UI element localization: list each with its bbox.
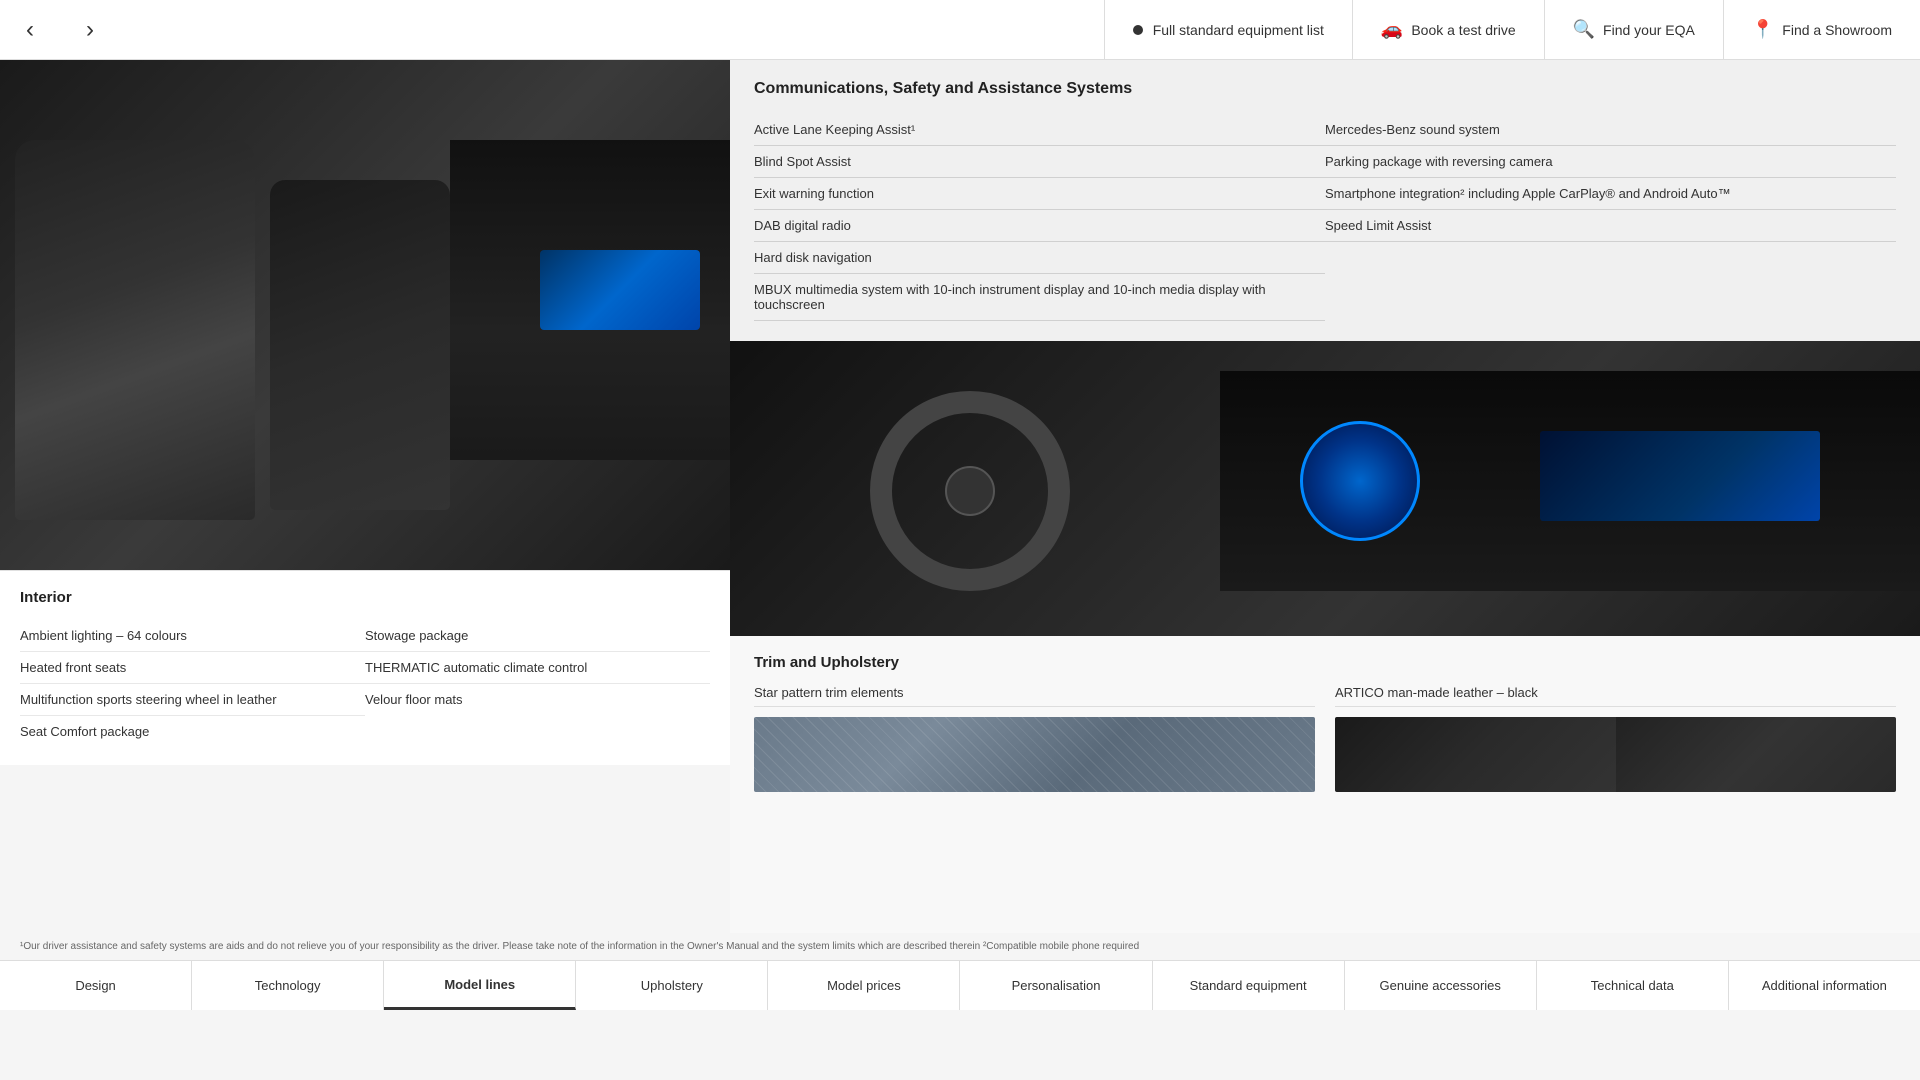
steering-wheel-icon: 🚗 bbox=[1381, 19, 1403, 40]
right-column: Communications, Safety and Assistance Sy… bbox=[730, 60, 1920, 933]
trim-col1: Star pattern trim elements bbox=[754, 685, 1315, 792]
header: ‹ › Full standard equipment list 🚗 Book … bbox=[0, 0, 1920, 60]
comms-title: Communications, Safety and Assistance Sy… bbox=[754, 80, 1896, 98]
leather-swatch-left bbox=[1335, 717, 1616, 792]
screen-blue-decoration bbox=[540, 250, 700, 330]
content-area: Interior Ambient lighting – 64 colours H… bbox=[0, 60, 1920, 933]
trim-title: Trim and Upholstery bbox=[754, 654, 1896, 671]
interior-item-1: Ambient lighting – 64 colours bbox=[20, 620, 365, 652]
find-eqa-label: Find your EQA bbox=[1603, 22, 1695, 38]
media-screen-decoration bbox=[1540, 431, 1820, 521]
comms-item-7: Mercedes-Benz sound system bbox=[1325, 114, 1896, 146]
footer-nav-personalisation[interactable]: Personalisation bbox=[960, 961, 1152, 1010]
interior-col1: Ambient lighting – 64 colours Heated fro… bbox=[20, 620, 365, 747]
dashboard-decoration bbox=[450, 140, 730, 460]
comms-col2: Mercedes-Benz sound system Parking packa… bbox=[1325, 114, 1896, 321]
interior-col2: Stowage package THERMATIC automatic clim… bbox=[365, 620, 710, 747]
footer-nav-model-lines[interactable]: Model lines bbox=[384, 961, 576, 1010]
main-car-image bbox=[0, 60, 730, 570]
footer-nav-standard-equipment[interactable]: Standard equipment bbox=[1153, 961, 1345, 1010]
equipment-list-nav[interactable]: Full standard equipment list bbox=[1104, 0, 1352, 60]
leather-swatch bbox=[1335, 717, 1896, 792]
star-pattern-swatch bbox=[754, 717, 1315, 792]
comms-item-8: Parking package with reversing camera bbox=[1325, 146, 1896, 178]
seat-left-decoration bbox=[15, 140, 255, 520]
find-showroom-nav[interactable]: 📍 Find a Showroom bbox=[1723, 0, 1920, 60]
interior-item-6: THERMATIC automatic climate control bbox=[365, 652, 710, 684]
trim-section: Trim and Upholstery Star pattern trim el… bbox=[730, 636, 1920, 933]
footer-nav-technical-data[interactable]: Technical data bbox=[1537, 961, 1729, 1010]
interior-item-5: Stowage package bbox=[365, 620, 710, 652]
interior-grid: Ambient lighting – 64 colours Heated fro… bbox=[20, 620, 710, 747]
car-interior-simulation bbox=[0, 60, 730, 570]
interior-item-7: Velour floor mats bbox=[365, 684, 710, 715]
comms-item-9: Smartphone integration² including Apple … bbox=[1325, 178, 1896, 210]
comms-grid: Active Lane Keeping Assist¹ Blind Spot A… bbox=[754, 114, 1896, 321]
comms-item-4: DAB digital radio bbox=[754, 210, 1325, 242]
find-showroom-label: Find a Showroom bbox=[1782, 22, 1892, 38]
comms-col1: Active Lane Keeping Assist¹ Blind Spot A… bbox=[754, 114, 1325, 321]
gauge-decoration bbox=[1300, 421, 1420, 541]
secondary-car-image bbox=[730, 341, 1920, 636]
footer-nav-technology[interactable]: Technology bbox=[192, 961, 384, 1010]
footer-nav: Design Technology Model lines Upholstery… bbox=[0, 960, 1920, 1010]
communications-section: Communications, Safety and Assistance Sy… bbox=[730, 60, 1920, 341]
seat-right-decoration bbox=[270, 180, 450, 510]
interior-section: Interior Ambient lighting – 64 colours H… bbox=[0, 570, 730, 765]
equipment-label: Full standard equipment list bbox=[1153, 22, 1324, 38]
trim-grid: Star pattern trim elements ARTICO man-ma… bbox=[754, 685, 1896, 792]
interior-item-4: Seat Comfort package bbox=[20, 716, 365, 747]
find-eqa-nav[interactable]: 🔍 Find your EQA bbox=[1544, 0, 1723, 60]
mercedes-star-decoration bbox=[945, 466, 995, 516]
main-content: Interior Ambient lighting – 64 colours H… bbox=[0, 60, 1920, 1010]
footer-nav-additional-info[interactable]: Additional information bbox=[1729, 961, 1920, 1010]
location-icon: 📍 bbox=[1752, 19, 1774, 40]
interior-title: Interior bbox=[20, 589, 710, 606]
trim-col1-label: Star pattern trim elements bbox=[754, 685, 1315, 707]
comms-item-10: Speed Limit Assist bbox=[1325, 210, 1896, 242]
trim-col2: ARTICO man-made leather – black bbox=[1335, 685, 1896, 792]
header-nav: Full standard equipment list 🚗 Book a te… bbox=[1104, 0, 1920, 60]
dashboard2-decoration bbox=[1220, 371, 1920, 591]
comms-item-3: Exit warning function bbox=[754, 178, 1325, 210]
comms-item-2: Blind Spot Assist bbox=[754, 146, 1325, 178]
comms-item-1: Active Lane Keeping Assist¹ bbox=[754, 114, 1325, 146]
interior-item-2: Heated front seats bbox=[20, 652, 365, 684]
book-test-drive-nav[interactable]: 🚗 Book a test drive bbox=[1352, 0, 1544, 60]
footer-nav-model-prices[interactable]: Model prices bbox=[768, 961, 960, 1010]
comms-item-6: MBUX multimedia system with 10-inch inst… bbox=[754, 274, 1325, 321]
footer-nav-genuine-accessories[interactable]: Genuine accessories bbox=[1345, 961, 1537, 1010]
comms-item-5: Hard disk navigation bbox=[754, 242, 1325, 274]
trim-col2-label: ARTICO man-made leather – black bbox=[1335, 685, 1896, 707]
interior-item-3: Multifunction sports steering wheel in l… bbox=[20, 684, 365, 716]
disclaimer: ¹Our driver assistance and safety system… bbox=[0, 933, 1920, 960]
footer-nav-design[interactable]: Design bbox=[0, 961, 192, 1010]
prev-button[interactable]: ‹ bbox=[0, 0, 60, 60]
equipment-dot-icon bbox=[1133, 25, 1143, 35]
test-drive-label: Book a test drive bbox=[1411, 22, 1515, 38]
left-column: Interior Ambient lighting – 64 colours H… bbox=[0, 60, 730, 933]
footer-nav-upholstery[interactable]: Upholstery bbox=[576, 961, 768, 1010]
leather-swatch-right bbox=[1616, 717, 1897, 792]
car-search-icon: 🔍 bbox=[1573, 19, 1595, 40]
next-button[interactable]: › bbox=[60, 0, 120, 60]
